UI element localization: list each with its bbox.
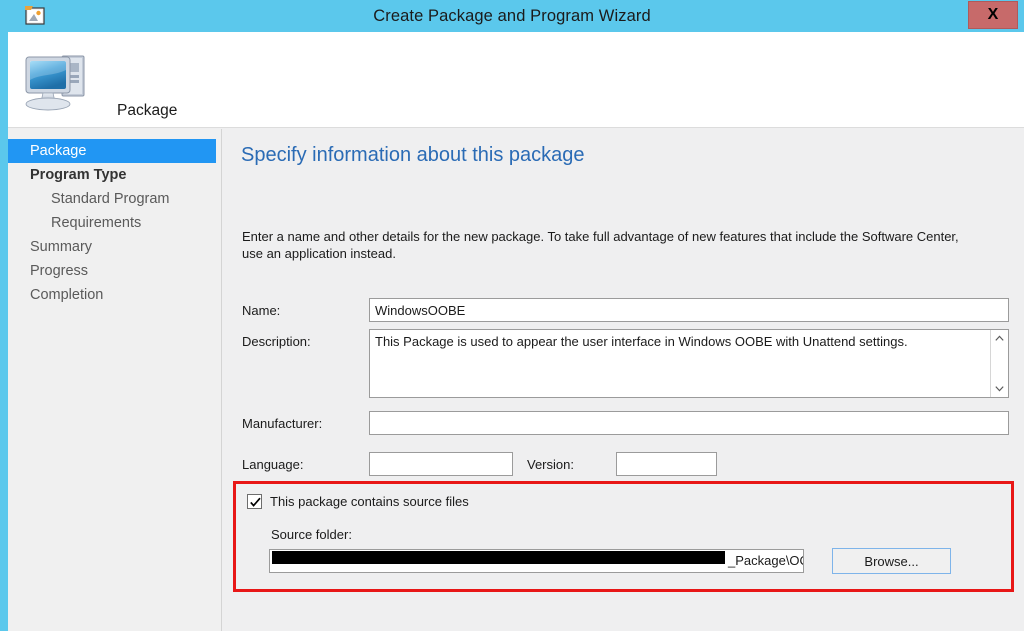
source-files-checkbox[interactable]: [247, 494, 262, 509]
sidebar-item-progress[interactable]: Progress: [8, 259, 221, 283]
sidebar-item-completion[interactable]: Completion: [8, 283, 221, 307]
sidebar-item-requirements[interactable]: Requirements: [8, 211, 221, 235]
sidebar-item-summary[interactable]: Summary: [8, 235, 221, 259]
language-label: Language:: [242, 457, 304, 472]
description-textarea[interactable]: This Package is used to appear the user …: [369, 329, 1009, 398]
version-input[interactable]: [616, 452, 717, 476]
description-textarea-text: This Package is used to appear the user …: [375, 334, 908, 349]
wizard-header: Package: [8, 32, 1024, 128]
header-title: Package: [117, 102, 178, 119]
window-title: Create Package and Program Wizard: [373, 6, 651, 25]
version-label: Version:: [527, 457, 574, 472]
window-left-accent-strip: [0, 32, 8, 631]
description-label: Description:: [242, 334, 311, 349]
browse-button[interactable]: Browse...: [832, 548, 951, 574]
description-scrollbar[interactable]: [990, 330, 1008, 397]
chevron-up-icon[interactable]: [991, 330, 1008, 347]
manufacturer-input[interactable]: [369, 411, 1009, 435]
checkmark-icon: [250, 497, 261, 507]
source-files-checkbox-row[interactable]: This package contains source files: [247, 494, 469, 509]
wizard-step-sidebar: Package Program Type Standard Program Re…: [8, 129, 222, 631]
wizard-content-pane: Specify information about this package E…: [223, 129, 1024, 631]
title-bar: Create Package and Program Wizard X: [0, 0, 1024, 32]
page-description: Enter a name and other details for the n…: [242, 229, 959, 261]
chevron-down-icon[interactable]: [991, 380, 1008, 397]
name-input[interactable]: WindowsOOBE: [369, 298, 1009, 322]
sidebar-item-program-type[interactable]: Program Type: [8, 163, 221, 187]
wizard-window: Create Package and Program Wizard X Pack…: [0, 0, 1024, 631]
manufacturer-label: Manufacturer:: [242, 416, 323, 431]
redaction-bar: [272, 551, 725, 564]
source-files-checkbox-label: This package contains source files: [270, 494, 469, 509]
sidebar-item-package[interactable]: Package: [8, 139, 216, 163]
computer-icon: [18, 44, 98, 116]
source-folder-text: _Package\OOBE: [728, 553, 803, 568]
source-folder-input[interactable]: _Package\OOBE: [269, 549, 804, 573]
language-input[interactable]: [369, 452, 513, 476]
source-folder-label: Source folder:: [271, 527, 352, 542]
name-label: Name:: [242, 303, 281, 318]
sidebar-item-standard-program[interactable]: Standard Program: [8, 187, 221, 211]
page-heading: Specify information about this package: [241, 144, 585, 166]
close-button[interactable]: X: [968, 1, 1018, 29]
